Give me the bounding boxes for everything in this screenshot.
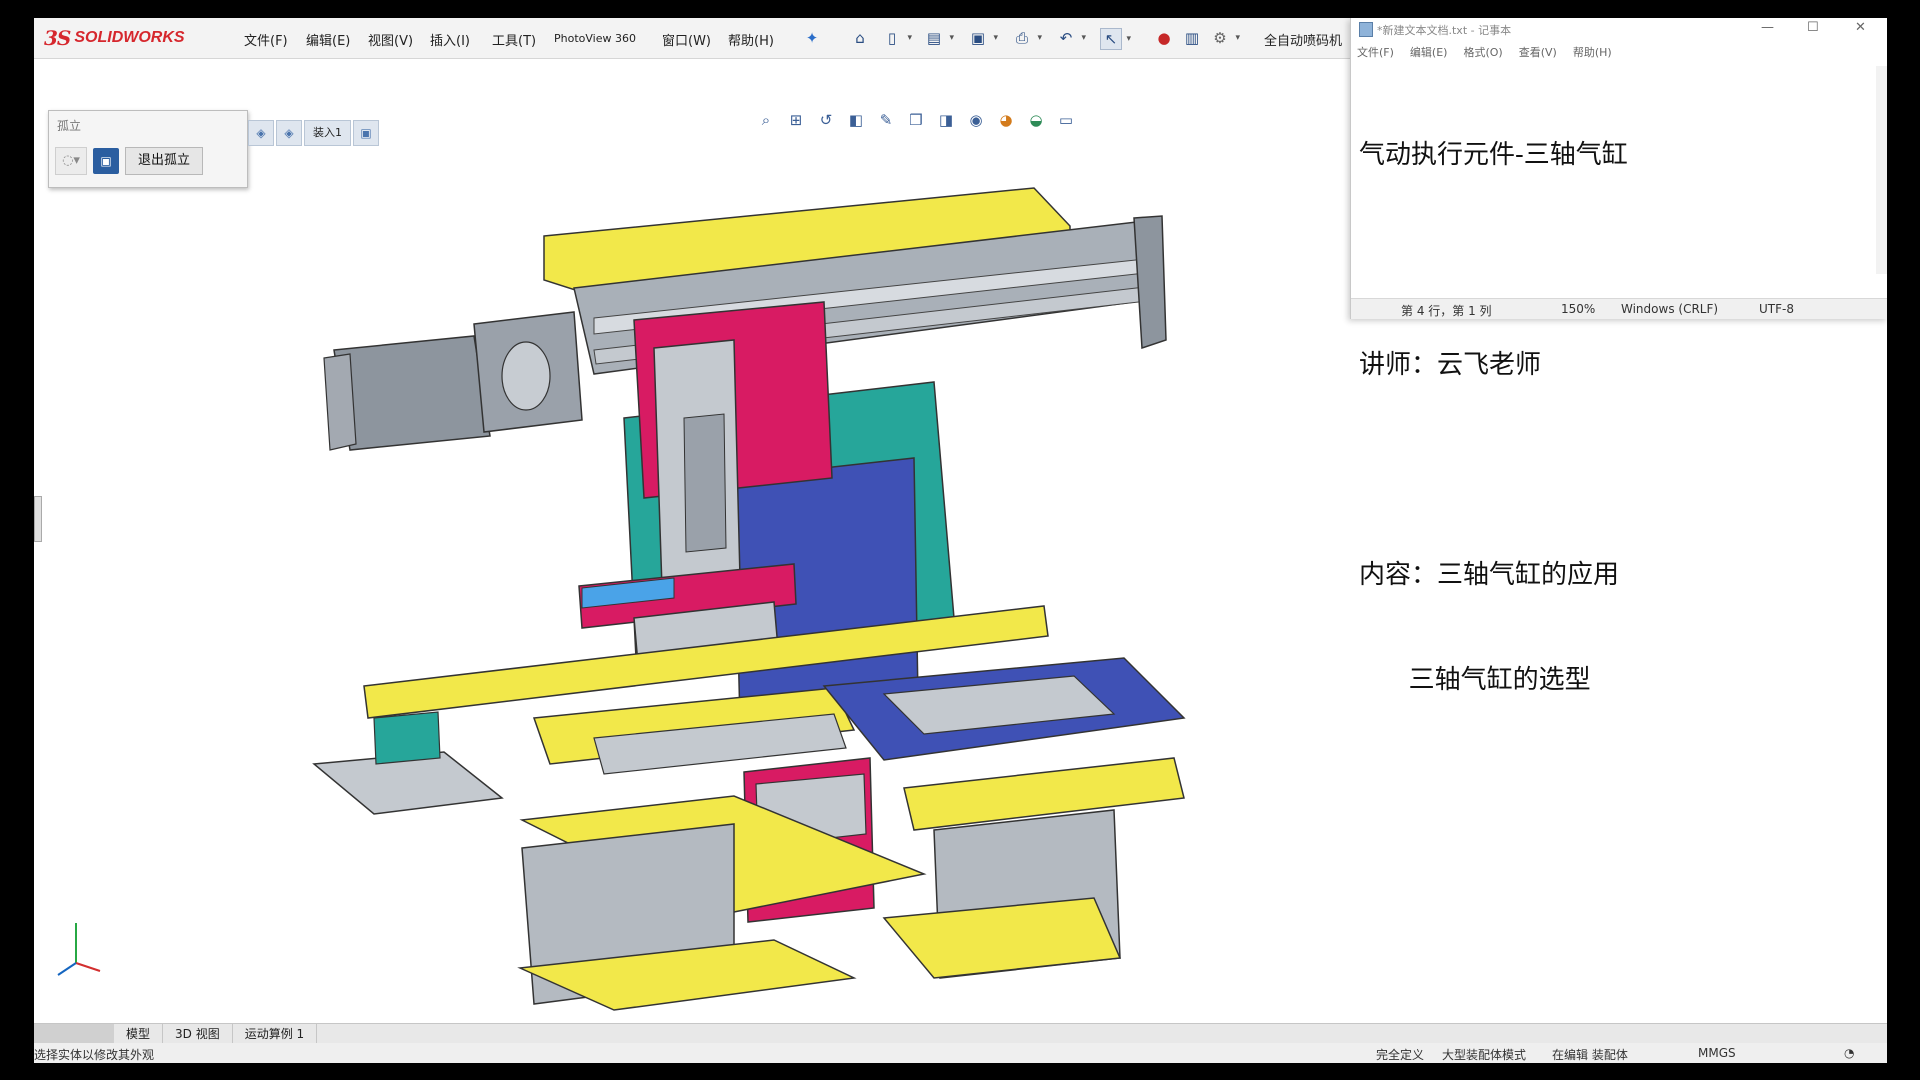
breadcrumb-item[interactable]: 装入1 (304, 120, 351, 146)
servo-motor (333, 335, 491, 451)
subassembly-breadcrumb-icon[interactable]: ◈ (276, 120, 302, 146)
units-selector[interactable]: MMGS (1698, 1046, 1736, 1060)
text-line: 讲师：云飞老师 (1359, 350, 1542, 380)
status-editing: 在编辑 装配体 (1552, 1048, 1628, 1062)
solidworks-window: 3S SOLIDWORKS 文件(F) 编辑(E) 视图(V) 插入(I) 工具… (34, 18, 1887, 1063)
zoom-to-fit-icon[interactable]: ⌕ (754, 108, 778, 132)
text-line (1359, 243, 1859, 278)
breadcrumb: ◈ ◈ 装入1 ▣ (248, 119, 379, 147)
menu-view[interactable]: 视图(V) (368, 30, 413, 49)
cursor-position: 第 4 行，第 1 列 (1401, 304, 1492, 318)
view-orientation-icon[interactable]: ❒ (904, 108, 928, 132)
notepad-scrollbar[interactable] (1876, 66, 1887, 274)
menu-insert[interactable]: 插入(I) (430, 30, 470, 49)
dynamic-annotation-icon[interactable]: ✎ (874, 108, 898, 132)
notepad-menu: 文件(F) 编辑(E) 格式(O) 查看(V) 帮助(H) (1357, 44, 1612, 60)
visibility-dropdown-icon[interactable]: ◌▾ (55, 147, 87, 175)
menu-window[interactable]: 窗口(W) (662, 30, 711, 49)
status-definition: 完全定义 (1376, 1048, 1425, 1062)
tab-3d-view[interactable]: 3D 视图 (163, 1024, 233, 1044)
status-hint: 选择实体以修改其外观 (34, 1048, 155, 1062)
menu-edit[interactable]: 编辑(E) (306, 30, 350, 49)
previous-view-icon[interactable]: ↺ (814, 108, 838, 132)
save-icon[interactable]: ▣ (968, 28, 998, 48)
tab-scroll-buttons[interactable] (34, 1024, 114, 1044)
home-icon[interactable]: ⌂ (850, 28, 870, 48)
notepad-window: *新建文本文档.txt - 记事本 — ☐ ✕ 文件(F) 编辑(E) 格式(O… (1350, 18, 1887, 695)
status-bar: 选择实体以修改其外观 完全定义 大型装配体模式 在编辑 装配体 MMGS ◔ (34, 1043, 1887, 1063)
open-icon[interactable]: ▤ (924, 28, 954, 48)
traffic-light-icon[interactable]: ● (1154, 28, 1174, 48)
select-icon[interactable]: ↖ (1100, 28, 1131, 50)
section-view-icon[interactable]: ◧ (844, 108, 868, 132)
notepad-menu-help[interactable]: 帮助(H) (1573, 44, 1612, 60)
lower-base-right (882, 897, 1122, 979)
tab-motion-study[interactable]: 运动算例 1 (233, 1024, 318, 1044)
menu-file[interactable]: 文件(F) (244, 30, 288, 49)
exit-isolate-button[interactable]: 退出孤立 (125, 147, 204, 175)
notepad-menu-file[interactable]: 文件(F) (1357, 44, 1394, 60)
status-options-icon[interactable]: ◔ (1844, 1046, 1854, 1060)
coordinate-triad (57, 923, 101, 976)
assembly-breadcrumb-icon[interactable]: ◈ (248, 120, 274, 146)
tab-model[interactable]: 模型 (114, 1024, 164, 1044)
notepad-menu-view[interactable]: 查看(V) (1519, 44, 1557, 60)
notepad-title-bar: *新建文本文档.txt - 记事本 — ☐ ✕ (1351, 18, 1887, 40)
logo-prefix: 3S (44, 26, 71, 50)
status-mode: 大型装配体模式 (1442, 1048, 1527, 1062)
heads-up-toolbar: ⌕ ⊞ ↺ ◧ ✎ ❒ ◨ ◉ ◕ ◒ ▭ (754, 108, 1078, 134)
isolate-title: 孤立 (57, 119, 82, 133)
edit-appearance-icon[interactable]: ◕ (994, 108, 1018, 132)
zoom-level: 150% (1561, 302, 1596, 316)
view-settings-icon[interactable]: ▭ (1054, 108, 1078, 132)
notepad-status-bar: 第 4 行，第 1 列 150% Windows (CRLF) UTF-8 (1351, 298, 1887, 319)
maximize-icon[interactable]: ☐ (1807, 20, 1819, 35)
bottom-tabs: 模型 3D 视图 运动算例 1 (34, 1023, 1887, 1044)
encoding: UTF-8 (1759, 302, 1794, 316)
component-breadcrumb-icon[interactable]: ▣ (353, 120, 379, 146)
text-line: 内容：三轴气缸的应用 (1359, 560, 1620, 590)
print-icon[interactable]: ⎙ (1012, 28, 1042, 48)
options-icon[interactable]: ⚙ (1210, 28, 1240, 48)
text-line: 气动执行元件-三轴气缸 (1359, 140, 1628, 170)
hide-show-icon[interactable]: ◉ (964, 108, 988, 132)
line-ending: Windows (CRLF) (1621, 302, 1719, 316)
logo-name: SOLIDWORKS (74, 29, 185, 46)
pin-icon[interactable]: ✦ (802, 28, 822, 48)
notepad-icon (1359, 22, 1373, 37)
notepad-menu-edit[interactable]: 编辑(E) (1410, 44, 1448, 60)
menu-tools[interactable]: 工具(T) (492, 30, 536, 49)
text-line (1359, 453, 1859, 488)
zoom-area-icon[interactable]: ⊞ (784, 108, 808, 132)
undo-icon[interactable]: ↶ (1056, 28, 1086, 48)
command-search-label[interactable]: 全自动喷码机 (1264, 30, 1342, 49)
notepad-title: *新建文本文档.txt - 记事本 (1377, 24, 1512, 37)
save-as-display-state-button[interactable]: ▣ (93, 148, 119, 174)
rail-end-cap (1133, 215, 1167, 350)
solidworks-logo[interactable]: 3S SOLIDWORKS (44, 24, 216, 52)
apply-scene-icon[interactable]: ◒ (1024, 108, 1048, 132)
minimize-icon[interactable]: — (1761, 20, 1774, 35)
feature-tree-handle[interactable] (34, 496, 42, 542)
notepad-menu-format[interactable]: 格式(O) (1463, 44, 1502, 60)
menu-help[interactable]: 帮助(H) (728, 30, 774, 49)
new-doc-icon[interactable]: ▯ (882, 28, 912, 48)
file-properties-icon[interactable]: ▥ (1182, 28, 1202, 48)
menu-photoview[interactable]: PhotoView 360 (554, 32, 636, 45)
close-icon[interactable]: ✕ (1855, 20, 1866, 35)
isolate-panel: 孤立 ◌▾ ▣ 退出孤立 (48, 110, 248, 188)
text-line: 三轴气缸的选型 (1359, 665, 1591, 695)
display-style-icon[interactable]: ◨ (934, 108, 958, 132)
notepad-text-area[interactable]: 气动执行元件-三轴气缸 讲师：云飞老师 内容：三轴气缸的应用 三轴气缸的选型 (1359, 68, 1859, 768)
